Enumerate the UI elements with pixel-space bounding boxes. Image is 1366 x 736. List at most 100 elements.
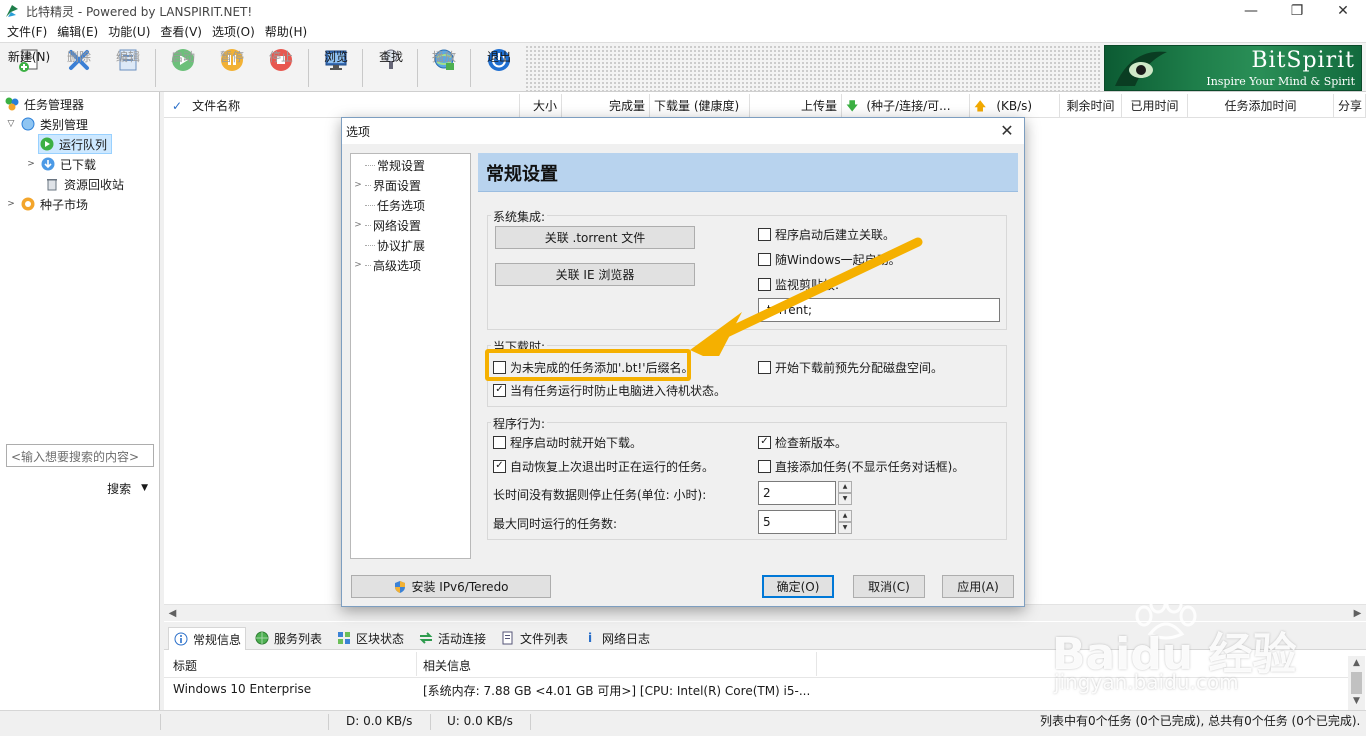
menu-edit[interactable]: 编辑(E)	[52, 22, 103, 42]
annotation-arrow	[690, 237, 923, 356]
options-tree: 常规设置 > 界面设置 任务选项 > 网络设置 协议扩展 > 高级选项	[350, 153, 471, 559]
tab-file-list[interactable]: 文件列表	[496, 627, 572, 649]
scroll-down-icon[interactable]: ▼	[1348, 696, 1365, 706]
tree-item-advanced[interactable]: > 高级选项	[351, 255, 421, 275]
menu-view[interactable]: 查看(V)	[155, 22, 207, 42]
minimize-button[interactable]: —	[1228, 0, 1274, 22]
stop-button[interactable]: 停止	[257, 45, 305, 91]
find-button[interactable]: 查找	[367, 45, 415, 91]
downloaded-icon	[40, 156, 56, 172]
sidebar-item-task-manager[interactable]: 任务管理器	[4, 94, 84, 114]
spin-up-icon: ▲	[838, 481, 852, 493]
search-button[interactable]: 搜索 ▼	[90, 478, 154, 498]
restore-tasks-checkbox[interactable]: ✓ 自动恢复上次退出时正在运行的任务。	[493, 457, 714, 475]
browse-button[interactable]: 浏览	[312, 45, 360, 91]
column-remaining[interactable]: 剩余时间	[1060, 94, 1122, 118]
sidebar-item-category[interactable]: ▽ 类别管理	[6, 114, 88, 134]
delete-button-label: 删除	[66, 50, 91, 64]
tree-item-network[interactable]: > 网络设置	[351, 215, 421, 235]
sidebar-item-recycle-bin[interactable]: 资源回收站	[44, 174, 124, 194]
maximize-button[interactable]: ❐	[1274, 0, 1320, 22]
toolbar-separator	[362, 49, 363, 87]
dialog-close-button[interactable]: ✕	[996, 120, 1018, 142]
checked-icon: ✓	[493, 459, 506, 473]
auto-start-download-checkbox[interactable]: 程序启动时就开始下载。	[493, 433, 642, 451]
scroll-right-icon[interactable]: ▶	[1349, 605, 1366, 622]
expand-icon: >	[354, 220, 362, 230]
tree-item-general[interactable]: 常规设置	[351, 155, 425, 175]
sidebar-item-downloaded[interactable]: > 已下载	[26, 154, 96, 174]
bitspirit-app-icon	[4, 3, 20, 19]
exit-button[interactable]: 退出	[475, 45, 523, 91]
apply-button[interactable]: 应用(A)	[942, 575, 1014, 598]
column-speed[interactable]: 🡅 (KB/s)	[970, 94, 1060, 118]
menu-file[interactable]: 文件(F)	[2, 22, 52, 42]
task-summary: 列表中有0个任务 (0个已完成), 总共有0个任务 (0个已完成).	[1040, 714, 1361, 728]
associate-ie-button[interactable]: 关联 IE 浏览器	[495, 263, 695, 286]
delete-button[interactable]: 删除	[55, 45, 103, 91]
tab-network-log[interactable]: i 网络日志	[578, 627, 654, 649]
max-tasks-spinner[interactable]: ▲ ▼	[838, 510, 852, 534]
run-queue-icon	[39, 136, 55, 152]
scroll-thumb[interactable]	[1351, 672, 1362, 694]
max-tasks-input[interactable]: 5	[758, 510, 836, 534]
sidebar-item-torrent-market[interactable]: > 种子市场	[6, 194, 88, 214]
search-input[interactable]: <输入想要搜索的内容>	[6, 444, 154, 467]
max-tasks-label: 最大同时运行的任务数:	[493, 517, 618, 531]
direct-add-checkbox[interactable]: 直接添加任务(不显示任务对话框)。	[758, 457, 964, 475]
info-vertical-scrollbar[interactable]: ▲ ▼	[1348, 656, 1365, 710]
info-table: 标题 相关信息 Windows 10 Enterprise [系统内存: 7.8…	[164, 650, 1366, 710]
check-version-checkbox[interactable]: ✓ 检查新版本。	[758, 433, 847, 451]
column-elapsed[interactable]: 已用时间	[1122, 94, 1188, 118]
menu-options[interactable]: 选项(O)	[207, 22, 260, 42]
tab-block-status[interactable]: 区块状态	[332, 627, 408, 649]
install-ipv6-button[interactable]: 安装 IPv6/Teredo	[351, 575, 551, 598]
play-button[interactable]: 播放	[420, 45, 468, 91]
column-file-name[interactable]: ✓ 文件名称	[164, 94, 520, 118]
close-button[interactable]: ✕	[1320, 0, 1366, 22]
menu-bar: 文件(F) 编辑(E) 功能(U) 查看(V) 选项(O) 帮助(H)	[0, 22, 1366, 42]
expand-icon[interactable]: >	[6, 199, 16, 209]
column-added-time[interactable]: 任务添加时间	[1188, 94, 1334, 118]
idle-stop-spinner[interactable]: ▲ ▼	[838, 481, 852, 505]
tab-active-connections[interactable]: 活动连接	[414, 627, 490, 649]
search-button-label: 搜索	[107, 481, 132, 496]
collapse-icon[interactable]: ▽	[6, 119, 16, 129]
menu-help[interactable]: 帮助(H)	[260, 22, 312, 42]
checked-icon: ✓	[493, 383, 506, 397]
new-button-label: 新建(N)	[7, 50, 51, 64]
column-completed[interactable]: 完成量	[562, 94, 650, 118]
menu-function[interactable]: 功能(U)	[103, 22, 155, 42]
panel-title: 常规设置	[486, 164, 558, 185]
column-downloaded[interactable]: 下载量 (健康度)	[650, 94, 750, 118]
tree-item-protocol-extension[interactable]: 协议扩展	[351, 235, 425, 255]
sidebar-item-label: 类别管理	[40, 117, 89, 132]
column-uploaded[interactable]: 上传量	[750, 94, 842, 118]
info-header-detail: 相关信息	[423, 659, 472, 673]
tree-item-task-options[interactable]: 任务选项	[351, 195, 425, 215]
new-button[interactable]: BS 新建(N)	[5, 45, 53, 91]
scroll-up-icon[interactable]: ▲	[1348, 658, 1365, 668]
scroll-left-icon[interactable]: ◀	[164, 605, 181, 622]
tree-item-interface[interactable]: > 界面设置	[351, 175, 421, 195]
edit-button[interactable]: 编辑	[104, 45, 152, 91]
column-size[interactable]: 大小	[520, 94, 562, 118]
cancel-button[interactable]: 取消(C)	[853, 575, 925, 598]
toolbar-separator	[470, 49, 471, 87]
column-seeds[interactable]: 🡇 (种子/连接/可...	[842, 94, 970, 118]
upload-arrow-icon: 🡅	[974, 99, 987, 113]
preallocate-disk-checkbox[interactable]: 开始下载前预先分配磁盘空间。	[758, 358, 943, 376]
dialog-title-bar: 选项 ✕	[342, 118, 1024, 144]
ok-button[interactable]: 确定(O)	[762, 575, 834, 598]
expand-icon[interactable]: >	[26, 159, 36, 169]
group-label-system-integration: 系统集成:	[491, 208, 548, 225]
prevent-standby-checkbox[interactable]: ✓ 当有任务运行时防止电脑进入待机状态。	[493, 381, 726, 399]
start-button[interactable]: 启动	[159, 45, 207, 91]
associate-torrent-button[interactable]: 关联 .torrent 文件	[495, 226, 695, 249]
idle-stop-hours-input[interactable]: 2	[758, 481, 836, 505]
tab-general-info[interactable]: 常规信息	[168, 627, 247, 650]
tab-server-list[interactable]: 服务列表	[250, 627, 326, 649]
column-share[interactable]: 分享	[1334, 94, 1366, 118]
pause-button[interactable]: 暂停	[208, 45, 256, 91]
sidebar-item-run-queue[interactable]: 运行队列	[38, 134, 113, 154]
